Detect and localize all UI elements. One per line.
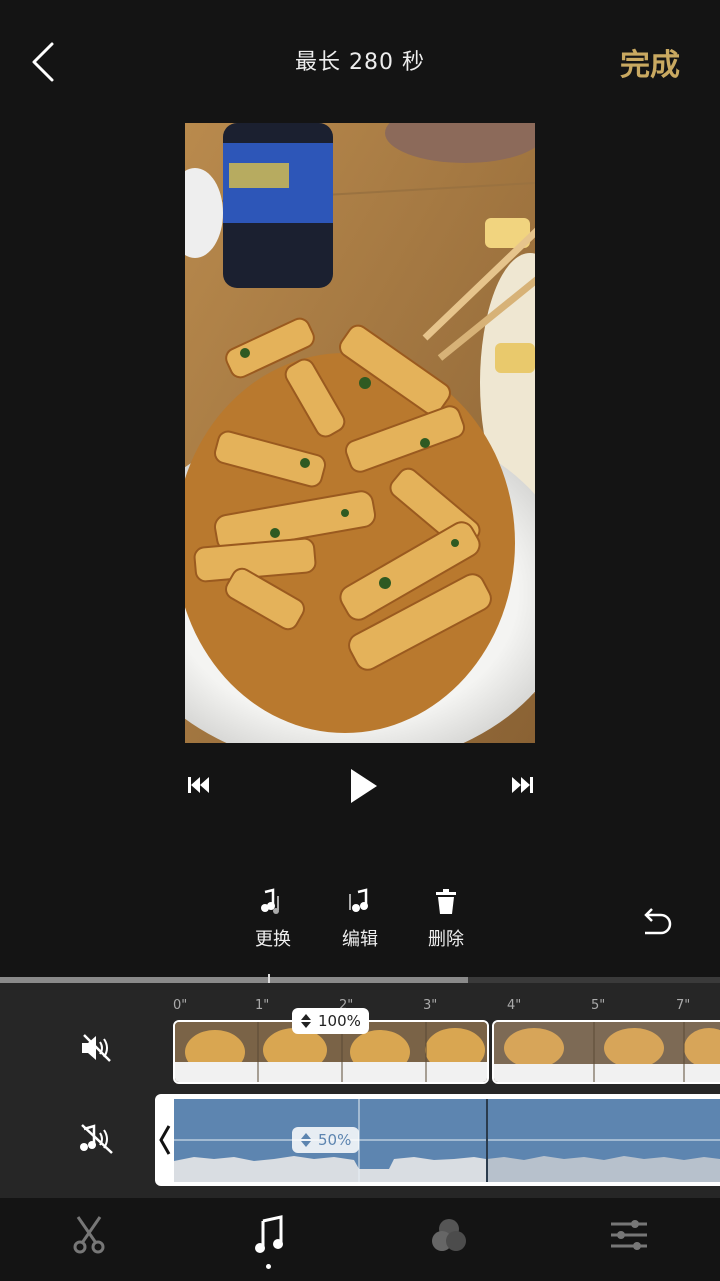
sliders-icon <box>611 1220 647 1250</box>
audio-waveform <box>174 1099 720 1182</box>
skip-forward-icon <box>512 777 533 793</box>
active-tab-indicator <box>266 1264 271 1269</box>
clip-thumbnails <box>494 1022 720 1082</box>
scissors-icon <box>73 1216 105 1254</box>
music-volume-badge[interactable]: 50% <box>292 1127 360 1153</box>
trash-icon <box>411 885 481 919</box>
skip-forward-button[interactable] <box>505 770 539 800</box>
up-down-arrows-icon <box>301 1014 311 1028</box>
music-note-icon <box>255 1215 283 1253</box>
track-handle-left-icon[interactable] <box>158 1124 172 1156</box>
video-preview[interactable] <box>185 123 535 743</box>
tab-adjust[interactable] <box>604 1212 654 1258</box>
replace-music-button[interactable]: 更换 <box>238 885 308 951</box>
tab-filter[interactable] <box>424 1212 474 1258</box>
edit-music-button[interactable]: 编辑 <box>325 885 395 951</box>
time-tick: 4" <box>507 998 522 1013</box>
filter-circles-icon <box>432 1219 466 1251</box>
done-button[interactable]: 完成 <box>620 40 680 84</box>
time-tick: 7" <box>676 998 691 1013</box>
video-mute-button[interactable] <box>78 1030 116 1066</box>
speaker-muted-icon <box>82 1034 111 1062</box>
video-volume-badge[interactable]: 100% <box>292 1008 369 1034</box>
music-waveform-region <box>174 1099 720 1182</box>
video-clip[interactable] <box>492 1020 720 1084</box>
time-tick: 3" <box>423 998 438 1013</box>
music-replace-icon <box>238 885 308 919</box>
up-down-arrows-icon <box>301 1133 311 1147</box>
delete-label: 删除 <box>428 929 464 950</box>
music-mute-button[interactable] <box>76 1120 118 1158</box>
food-photo <box>185 123 535 743</box>
tab-cut[interactable] <box>64 1212 114 1258</box>
page-title: 最长 280 秒 <box>295 50 425 75</box>
play-icon <box>351 769 377 803</box>
undo-icon <box>644 908 672 935</box>
music-edit-icon <box>325 885 395 919</box>
video-volume-value: 100% <box>318 1012 361 1030</box>
replace-label: 更换 <box>255 929 291 950</box>
time-tick: 5" <box>591 998 606 1013</box>
delete-music-button[interactable]: 删除 <box>411 885 481 951</box>
tab-music[interactable] <box>244 1212 294 1258</box>
undo-button[interactable] <box>634 900 678 944</box>
music-muted-icon <box>80 1124 113 1154</box>
skip-back-icon <box>188 777 209 793</box>
time-tick: 1" <box>255 998 270 1013</box>
time-tick: 0" <box>173 998 188 1013</box>
music-volume-value: 50% <box>318 1131 352 1149</box>
edit-label: 编辑 <box>342 929 378 950</box>
play-button[interactable] <box>340 762 388 810</box>
skip-back-button[interactable] <box>182 770 216 800</box>
